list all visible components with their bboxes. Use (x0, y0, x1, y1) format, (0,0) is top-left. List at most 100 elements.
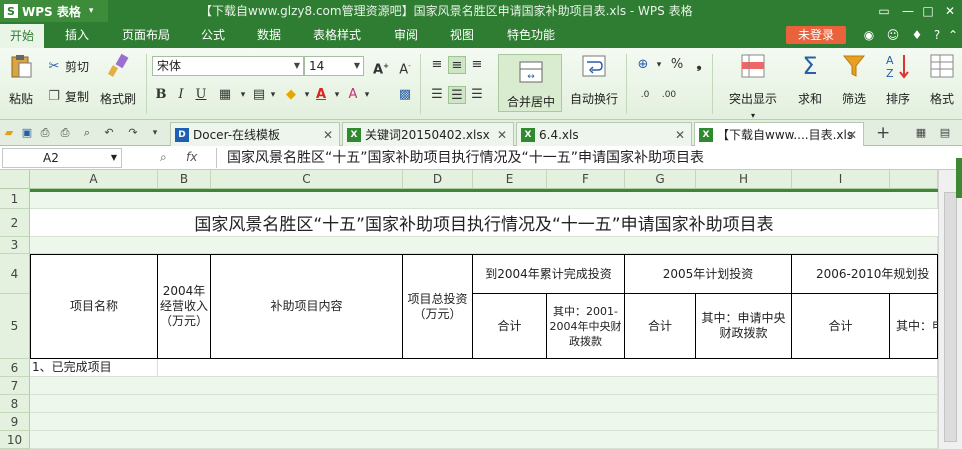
column-header-d[interactable]: D (403, 170, 473, 189)
bold-button[interactable]: B (152, 86, 170, 104)
row-header-3[interactable]: 3 (0, 237, 30, 254)
cut-button[interactable]: ✂ 剪切 (46, 58, 89, 75)
row-header-7[interactable]: 7 (0, 377, 30, 395)
feedback-icon[interactable]: ☺ (886, 28, 900, 42)
decrease-font-icon[interactable]: A- (396, 57, 414, 77)
cell-a6[interactable]: 1、已完成项目 (30, 359, 158, 377)
close-icon[interactable]: ✕ (847, 123, 857, 147)
row-1-cells[interactable] (30, 192, 938, 209)
doc-tab-keywords[interactable]: X 关键词20150402.xlsx ✕ (342, 122, 514, 146)
copy-button[interactable]: ❐ 复制 (46, 88, 89, 105)
zoom-icon[interactable]: ⌕ (160, 150, 167, 165)
format-button[interactable]: 格式 (922, 52, 962, 107)
row-header-10[interactable]: 10 (0, 431, 30, 449)
doc-tab-64[interactable]: X 6.4.xls ✕ (516, 122, 692, 146)
header-project-name[interactable]: 项目名称 (30, 254, 158, 359)
header-total-g[interactable]: 合计 (625, 294, 696, 359)
chevron-down-icon[interactable]: ▾ (264, 86, 282, 104)
header-cumulative-2004[interactable]: 到2004年累计完成投资 (473, 254, 625, 294)
export-icon[interactable]: ⎙ (38, 126, 52, 140)
side-panel-handle[interactable] (956, 158, 962, 198)
tab-home[interactable]: 开始 (0, 22, 44, 48)
tab-view[interactable]: 视图 (440, 22, 484, 48)
align-bottom-icon[interactable]: ≡ (468, 56, 486, 74)
login-button[interactable]: 未登录 (786, 26, 846, 44)
tab-page-layout[interactable]: 页面布局 (114, 22, 178, 48)
row-header-8[interactable]: 8 (0, 395, 30, 413)
tab-list-icon[interactable]: ▦ (914, 126, 928, 140)
new-tab-icon[interactable]: + (876, 123, 890, 143)
header-plan-2005[interactable]: 2005年计划投资 (625, 254, 792, 294)
thousands-separator-icon[interactable]: ❟ (690, 56, 708, 74)
column-header-g[interactable]: G (625, 170, 696, 189)
merge-center-button[interactable]: ↔ 合并居中 (498, 54, 562, 112)
shirt-icon[interactable]: ♦ (910, 28, 924, 42)
doc-tab-docer[interactable]: D Docer-在线模板 ✕ (170, 122, 340, 146)
maximize-button[interactable]: □ (918, 0, 938, 22)
scrollbar-thumb[interactable] (944, 192, 957, 442)
column-header-c[interactable]: C (211, 170, 403, 189)
tab-insert[interactable]: 插入 (54, 22, 100, 48)
row-header-2[interactable]: 2 (0, 209, 30, 237)
row-10-cells[interactable] (30, 431, 938, 449)
font-size-select[interactable]: 14 ▼ (304, 56, 364, 76)
wrap-text-button[interactable]: 自动换行 (568, 52, 620, 107)
restore-layout-icon[interactable]: ▭ (874, 0, 894, 22)
column-header-h[interactable]: H (696, 170, 792, 189)
align-right-icon[interactable]: ☰ (468, 86, 486, 104)
border-icon[interactable]: ▦ (216, 86, 234, 104)
row-header-9[interactable]: 9 (0, 413, 30, 431)
increase-decimal-icon[interactable]: .0 (636, 86, 654, 104)
chevron-down-icon[interactable]: ▾ (148, 126, 162, 140)
align-middle-icon[interactable]: ≡ (448, 56, 466, 74)
column-header-e[interactable]: E (473, 170, 547, 189)
column-header-f[interactable]: F (547, 170, 625, 189)
column-header-j[interactable] (890, 170, 938, 189)
column-header-a[interactable]: A (30, 170, 158, 189)
header-content[interactable]: 补助项目内容 (211, 254, 403, 359)
tab-menu-icon[interactable]: ▤ (938, 126, 952, 140)
tab-formula[interactable]: 公式 (190, 22, 236, 48)
row-9-cells[interactable] (30, 413, 938, 431)
select-all-corner[interactable] (0, 170, 30, 189)
doc-tab-active[interactable]: X 【下载自www....目表.xls ✕ (694, 122, 864, 146)
header-central-apply[interactable]: 其中：申请中央财政拨款 (696, 294, 792, 359)
chevron-down-icon[interactable]: ▾ (358, 86, 376, 104)
column-header-b[interactable]: B (158, 170, 211, 189)
row-8-cells[interactable] (30, 395, 938, 413)
tab-review[interactable]: 审阅 (384, 22, 428, 48)
undo-icon[interactable]: ↶ (102, 126, 116, 140)
vertical-scrollbar[interactable] (938, 170, 962, 449)
align-top-icon[interactable]: ≡ (428, 56, 446, 74)
open-folder-icon[interactable]: ▰ (2, 126, 16, 140)
paste-button[interactable]: 粘贴 (4, 52, 38, 107)
redo-icon[interactable]: ↷ (126, 126, 140, 140)
filter-button[interactable]: 筛选 (834, 52, 874, 107)
italic-button[interactable]: I (172, 86, 190, 104)
close-button[interactable]: ✕ (940, 0, 960, 22)
print-icon[interactable]: ⎙ (58, 126, 72, 140)
tab-special[interactable]: 特色功能 (496, 22, 566, 48)
header-total-e[interactable]: 合计 (473, 294, 547, 359)
app-menu-button[interactable]: S WPS 表格 ▾ (0, 0, 108, 22)
increase-font-icon[interactable]: A+ (372, 57, 390, 77)
header-central-2001-2004[interactable]: 其中：2001-2004年中央财政拨款 (547, 294, 625, 359)
decrease-decimal-icon[interactable]: .00 (660, 86, 678, 104)
cell-area[interactable]: 国家风景名胜区“十五”国家补助项目执行情况及“十一五”申请国家补助项目表 项目名… (30, 189, 938, 449)
align-center-icon[interactable]: ☰ (448, 86, 466, 104)
highlight-button[interactable]: 突出显示 ▾ (720, 52, 786, 121)
save-icon[interactable]: ▣ (20, 126, 34, 140)
tab-table-style[interactable]: 表格样式 (304, 22, 370, 48)
tab-data[interactable]: 数据 (246, 22, 292, 48)
skin-icon[interactable]: ◉ (862, 28, 876, 42)
format-painter-button[interactable]: 格式刷 (98, 52, 138, 107)
sheet-title-cell[interactable]: 国家风景名胜区“十五”国家补助项目执行情况及“十一五”申请国家补助项目表 (30, 209, 938, 237)
row-header-6[interactable]: 6 (0, 359, 30, 377)
close-icon[interactable]: ✕ (675, 123, 685, 147)
row-header-1[interactable]: 1 (0, 189, 30, 209)
row-3-cells[interactable] (30, 237, 938, 254)
row-7-cells[interactable] (30, 377, 938, 395)
ribbon-collapse-icon[interactable]: ⌃ (946, 28, 960, 42)
align-left-icon[interactable]: ☰ (428, 86, 446, 104)
header-revenue-2004[interactable]: 2004年经营收入（万元） (158, 254, 211, 359)
